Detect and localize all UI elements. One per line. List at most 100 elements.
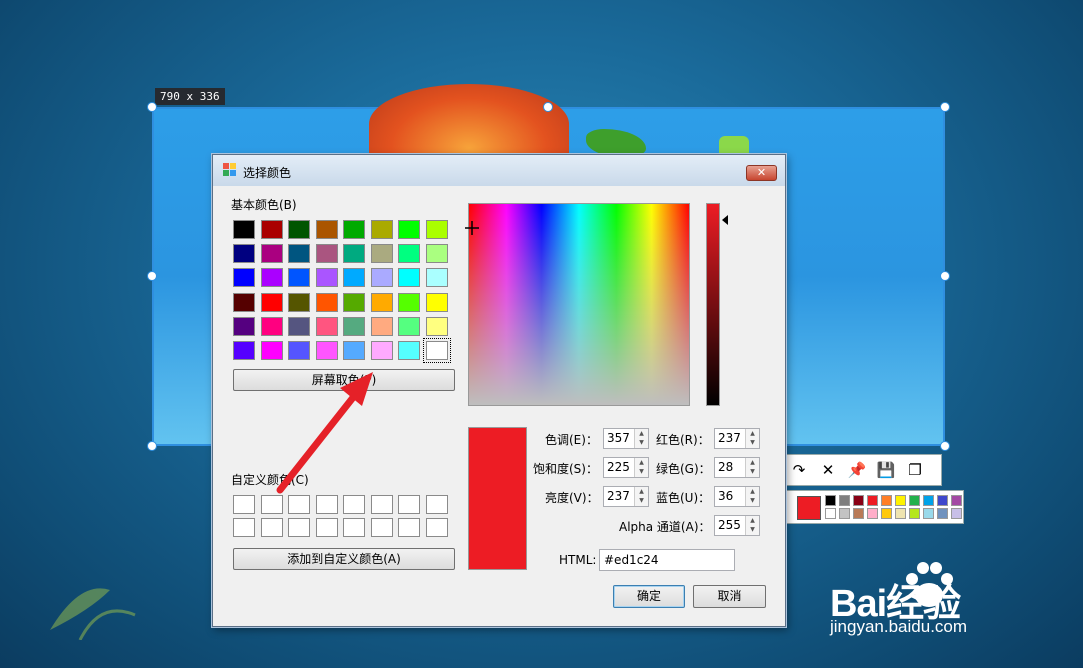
palette-color-swatch[interactable] (867, 495, 878, 506)
basic-color-swatch[interactable] (370, 341, 393, 360)
custom-color-swatch[interactable] (288, 495, 310, 514)
basic-color-swatch[interactable] (343, 292, 365, 312)
basic-color-swatch[interactable] (315, 341, 338, 360)
custom-color-swatch[interactable] (343, 495, 365, 514)
screen-pick-button[interactable]: 屏幕取色(P) (233, 369, 455, 391)
basic-color-swatch[interactable] (315, 220, 338, 239)
basic-color-swatch[interactable] (398, 316, 420, 336)
luminance-slider[interactable] (706, 203, 720, 406)
basic-color-swatch[interactable] (288, 268, 310, 288)
palette-color-swatch[interactable] (881, 508, 892, 519)
resize-handle-nw[interactable] (147, 102, 157, 112)
blue-stepper[interactable]: ▲ ▼ (745, 487, 759, 506)
custom-color-swatch[interactable] (370, 518, 393, 537)
custom-color-swatch[interactable] (398, 495, 420, 514)
palette-color-swatch[interactable] (895, 508, 906, 519)
ok-button[interactable]: 确定 (613, 585, 685, 608)
basic-color-swatch[interactable] (343, 341, 365, 360)
luminance-pointer-icon[interactable] (722, 215, 728, 225)
basic-color-swatch[interactable] (398, 268, 420, 288)
luminance-stepper[interactable]: ▲ ▼ (634, 487, 648, 506)
basic-color-swatch[interactable] (233, 292, 255, 312)
red-stepper[interactable]: ▲ ▼ (745, 429, 759, 448)
basic-color-swatch[interactable] (398, 220, 420, 239)
resize-handle-ne[interactable] (940, 102, 950, 112)
green-stepper[interactable]: ▲ ▼ (745, 458, 759, 477)
basic-color-swatch[interactable] (233, 220, 255, 239)
palette-color-swatch[interactable] (923, 495, 934, 506)
custom-color-swatch[interactable] (233, 495, 255, 514)
basic-color-swatch[interactable] (398, 244, 420, 264)
basic-color-swatch[interactable] (260, 268, 283, 288)
basic-color-swatch[interactable] (288, 316, 310, 336)
basic-color-swatch[interactable] (398, 341, 420, 360)
hue-input[interactable]: 357 ▲ ▼ (603, 428, 649, 449)
basic-color-swatch[interactable] (288, 292, 310, 312)
custom-color-swatch[interactable] (343, 518, 365, 537)
hue-saturation-spectrum[interactable] (468, 203, 690, 406)
add-custom-color-button[interactable]: 添加到自定义颜色(A) (233, 548, 455, 570)
basic-color-swatch[interactable] (288, 220, 310, 239)
redo-icon[interactable]: ↷ (789, 461, 809, 479)
palette-color-swatch[interactable] (825, 508, 836, 519)
basic-color-swatch[interactable] (343, 220, 365, 239)
basic-color-swatch[interactable] (425, 220, 448, 239)
basic-color-swatch[interactable] (370, 316, 393, 336)
basic-color-swatch[interactable] (343, 316, 365, 336)
saturation-stepper[interactable]: ▲ ▼ (634, 458, 648, 477)
hue-stepper[interactable]: ▲ ▼ (634, 429, 648, 448)
basic-color-swatch[interactable] (315, 292, 338, 312)
palette-color-swatch[interactable] (951, 495, 962, 506)
basic-color-swatch[interactable] (315, 244, 338, 264)
resize-handle-n[interactable] (543, 102, 553, 112)
basic-color-swatch[interactable] (425, 244, 448, 264)
luminance-input[interactable]: 237 ▲ ▼ (603, 486, 649, 507)
current-color-swatch[interactable] (797, 496, 821, 520)
custom-color-swatch[interactable] (315, 495, 338, 514)
palette-color-swatch[interactable] (909, 508, 920, 519)
basic-color-swatch[interactable] (370, 244, 393, 264)
basic-color-swatch[interactable] (260, 316, 283, 336)
palette-color-swatch[interactable] (937, 508, 948, 519)
green-input[interactable]: 28 ▲ ▼ (714, 457, 760, 478)
custom-color-swatch[interactable] (425, 518, 448, 537)
alpha-stepper[interactable]: ▲ ▼ (745, 516, 759, 535)
palette-color-swatch[interactable] (867, 508, 878, 519)
basic-color-swatch[interactable] (288, 244, 310, 264)
basic-color-swatch[interactable] (260, 244, 283, 264)
palette-color-swatch[interactable] (853, 508, 864, 519)
dialog-titlebar[interactable]: 选择颜色 ✕ (213, 155, 785, 186)
palette-color-swatch[interactable] (923, 508, 934, 519)
basic-color-swatch[interactable] (260, 292, 283, 312)
resize-handle-w[interactable] (147, 271, 157, 281)
blue-input[interactable]: 36 ▲ ▼ (714, 486, 760, 507)
custom-color-swatch[interactable] (370, 495, 393, 514)
custom-color-swatch[interactable] (233, 518, 255, 537)
basic-color-swatch[interactable] (343, 268, 365, 288)
custom-color-swatch[interactable] (425, 495, 448, 514)
basic-color-swatch[interactable] (422, 338, 451, 363)
basic-color-swatch[interactable] (425, 316, 448, 336)
basic-color-swatch[interactable] (260, 341, 283, 360)
basic-color-swatch[interactable] (425, 292, 448, 312)
basic-color-swatch[interactable] (288, 341, 310, 360)
resize-handle-sw[interactable] (147, 441, 157, 451)
close-button[interactable]: ✕ (746, 165, 777, 181)
resize-handle-e[interactable] (940, 271, 950, 281)
cancel-capture-icon[interactable]: ✕ (818, 461, 838, 479)
basic-color-swatch[interactable] (233, 316, 255, 336)
basic-color-swatch[interactable] (343, 244, 365, 264)
basic-color-swatch[interactable] (260, 220, 283, 239)
basic-color-swatch[interactable] (398, 292, 420, 312)
resize-handle-se[interactable] (940, 441, 950, 451)
red-input[interactable]: 237 ▲ ▼ (714, 428, 760, 449)
basic-color-swatch[interactable] (370, 220, 393, 239)
palette-color-swatch[interactable] (951, 508, 962, 519)
custom-color-swatch[interactable] (260, 518, 283, 537)
cancel-button[interactable]: 取消 (693, 585, 766, 608)
palette-color-swatch[interactable] (909, 495, 920, 506)
basic-color-swatch[interactable] (233, 341, 255, 360)
custom-color-swatch[interactable] (288, 518, 310, 537)
basic-color-swatch[interactable] (233, 244, 255, 264)
saturation-input[interactable]: 225 ▲ ▼ (603, 457, 649, 478)
